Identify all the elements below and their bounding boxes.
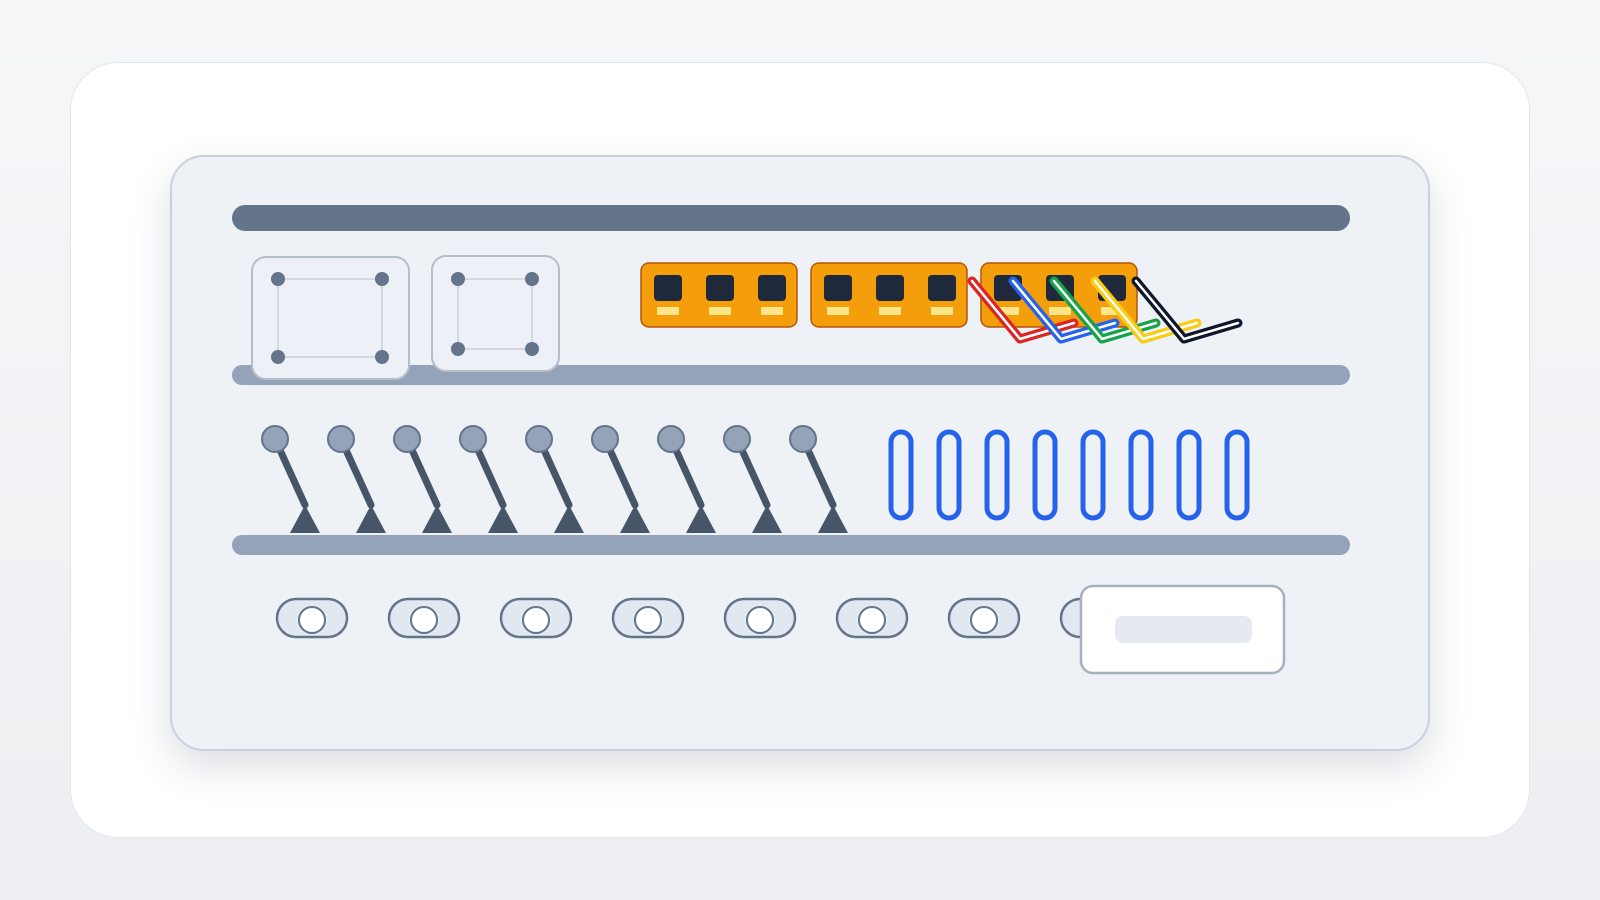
lever-row	[261, 425, 848, 533]
network-port[interactable]	[654, 275, 682, 315]
toggle-slot[interactable]	[1080, 429, 1106, 521]
rocker-switch[interactable]	[387, 597, 461, 639]
toggle-slot[interactable]	[984, 429, 1010, 521]
display-panel-icon[interactable]	[1079, 584, 1286, 675]
lever-switch[interactable]	[657, 425, 716, 533]
network-port[interactable]	[824, 275, 852, 315]
toggle-slot[interactable]	[1032, 429, 1058, 521]
mount-plate-icon[interactable]	[251, 256, 410, 380]
rocker-switch[interactable]	[835, 597, 909, 639]
lever-switch[interactable]	[591, 425, 650, 533]
top-rail	[232, 205, 1350, 231]
toggle-slot[interactable]	[1224, 429, 1250, 521]
display-screen	[1115, 616, 1252, 643]
toggle-slot[interactable]	[936, 429, 962, 521]
toggle-slot-row	[888, 429, 1250, 521]
network-port[interactable]	[928, 275, 956, 315]
toggle-slot[interactable]	[1128, 429, 1154, 521]
rocker-switch[interactable]	[947, 597, 1021, 639]
lever-switch[interactable]	[723, 425, 782, 533]
rocker-switch[interactable]	[499, 597, 573, 639]
rocker-switch-row	[275, 597, 1133, 639]
switch-bank[interactable]	[810, 262, 968, 328]
lever-switch[interactable]	[789, 425, 848, 533]
toggle-slot[interactable]	[888, 429, 914, 521]
panel-illustration	[232, 205, 1350, 675]
lever-switch[interactable]	[393, 425, 452, 533]
lower-shelf-rail	[232, 535, 1350, 555]
mount-plate-icon[interactable]	[431, 255, 560, 372]
switch-bank[interactable]	[640, 262, 798, 328]
rocker-switch[interactable]	[611, 597, 685, 639]
lever-switch[interactable]	[327, 425, 386, 533]
rocker-switch[interactable]	[275, 597, 349, 639]
rocker-switch[interactable]	[723, 597, 797, 639]
network-port[interactable]	[876, 275, 904, 315]
lever-switch[interactable]	[459, 425, 518, 533]
lever-switch[interactable]	[261, 425, 320, 533]
toggle-slot[interactable]	[1176, 429, 1202, 521]
lever-switch[interactable]	[525, 425, 584, 533]
network-port[interactable]	[706, 275, 734, 315]
network-port[interactable]	[758, 275, 786, 315]
